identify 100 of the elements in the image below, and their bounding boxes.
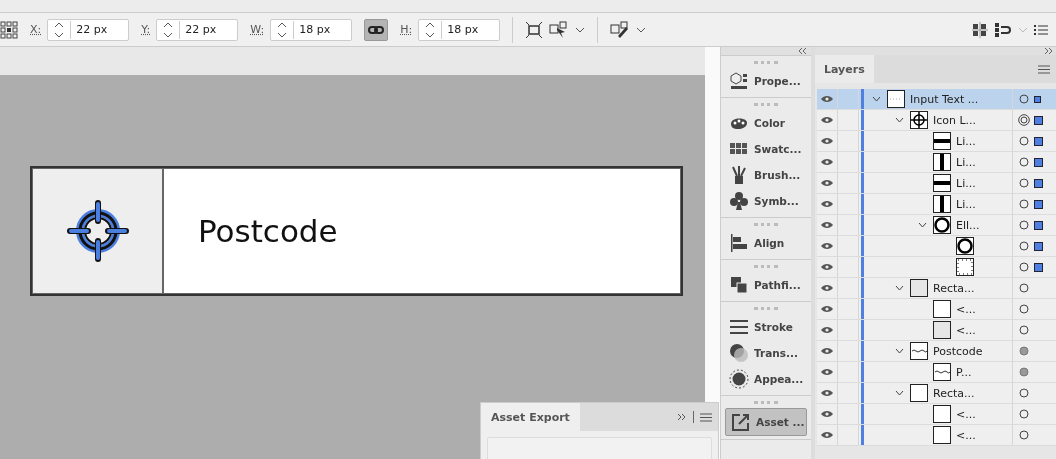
circle-icon[interactable]	[1018, 177, 1030, 189]
layer-name: Icon L...	[933, 113, 977, 127]
dimension-field[interactable]: 18 px	[270, 18, 353, 41]
link-button[interactable]	[364, 18, 389, 41]
layer-row[interactable]: Li...	[817, 173, 1056, 194]
selection-square-icon[interactable]	[1034, 262, 1043, 272]
chevron-icon[interactable]	[895, 285, 904, 291]
reference-point-icon[interactable]	[0, 20, 18, 39]
panel-tab[interactable]: Layers	[815, 55, 874, 83]
eye-icon[interactable]	[821, 347, 833, 355]
selection-square-icon[interactable]	[1034, 178, 1043, 188]
chevron-icon[interactable]	[895, 117, 904, 123]
layer-row[interactable]	[817, 257, 1056, 278]
layer-row[interactable]: <...	[817, 299, 1056, 320]
selection-square-icon[interactable]	[1034, 115, 1043, 125]
circle-icon[interactable]	[1018, 198, 1030, 210]
layer-row[interactable]: Li...	[817, 152, 1056, 173]
layer-row[interactable]: <...	[817, 320, 1056, 341]
circle-icon[interactable]	[1018, 303, 1030, 315]
expand-icon[interactable]	[1044, 48, 1052, 54]
circle-icon[interactable]	[1018, 366, 1030, 378]
grid-icon[interactable]	[972, 21, 988, 38]
circle-icon[interactable]	[1018, 345, 1030, 357]
layer-row[interactable]: <...	[817, 425, 1056, 446]
layer-row[interactable]: <...	[817, 404, 1056, 425]
selection-square-icon[interactable]	[1034, 136, 1043, 146]
selection-square-icon[interactable]	[1034, 199, 1043, 209]
menu-icon[interactable]	[1038, 64, 1050, 74]
circle-icon[interactable]	[1018, 261, 1030, 273]
eye-icon[interactable]	[821, 221, 833, 229]
panel-button[interactable]: Appea...	[721, 366, 811, 392]
select-icon[interactable]	[549, 20, 570, 39]
panel-button[interactable]: Stroke	[721, 314, 811, 340]
panel-button[interactable]: Prope...	[721, 68, 811, 94]
eye-icon[interactable]	[821, 200, 833, 208]
layer-row[interactable]: Input Text ...	[817, 89, 1056, 110]
panel-button[interactable]: Brush...	[721, 162, 811, 188]
circle-icon[interactable]	[1018, 429, 1030, 441]
eye-icon[interactable]	[821, 263, 833, 271]
list-icon[interactable]	[1034, 23, 1048, 36]
selection-square-icon[interactable]	[1034, 241, 1043, 251]
selection-square-icon[interactable]	[1034, 157, 1043, 167]
eye-icon[interactable]	[821, 179, 833, 187]
eye-icon[interactable]	[821, 137, 833, 145]
transform-icon[interactable]	[525, 20, 544, 39]
layer-row[interactable]: Icon L...	[817, 110, 1056, 131]
circle-icon[interactable]	[1018, 156, 1030, 168]
edit-icon[interactable]	[610, 20, 631, 39]
dimension-field[interactable]: 18 px	[418, 18, 501, 41]
eye-icon[interactable]	[821, 284, 833, 292]
eye-icon[interactable]	[821, 158, 833, 166]
chevron-icon[interactable]	[895, 348, 904, 354]
eye-icon[interactable]	[821, 389, 833, 397]
eye-icon[interactable]	[821, 95, 833, 103]
eye-icon[interactable]	[821, 116, 833, 124]
menu-icon[interactable]	[700, 412, 712, 422]
selection-square-icon[interactable]	[1034, 220, 1043, 230]
caret-icon[interactable]	[575, 26, 586, 33]
chevron-icon[interactable]	[895, 390, 904, 396]
circle-icon[interactable]	[1018, 324, 1030, 336]
eye-icon[interactable]	[821, 410, 833, 418]
panel-button[interactable]: Symb...	[721, 188, 811, 214]
expand-icon[interactable]	[677, 413, 687, 421]
dimension-field[interactable]: 22 px	[156, 18, 239, 41]
eye-icon[interactable]	[821, 242, 833, 250]
eye-icon[interactable]	[821, 368, 833, 376]
collapse-icon[interactable]	[799, 48, 807, 54]
circle-icon[interactable]	[1018, 408, 1030, 420]
circle-icon[interactable]	[1018, 93, 1030, 105]
circle-icon[interactable]	[1018, 240, 1030, 252]
selection-square-icon[interactable]	[1034, 95, 1041, 103]
panel-button[interactable]: Swatc...	[721, 136, 811, 162]
panel-button[interactable]: Pathfi...	[721, 272, 811, 298]
distribute-icon[interactable]	[994, 21, 1012, 38]
circle-icon[interactable]	[1018, 135, 1030, 147]
caret-icon[interactable]	[636, 26, 647, 33]
layer-row[interactable]: Li...	[817, 194, 1056, 215]
chevron-icon[interactable]	[918, 222, 927, 228]
layer-row[interactable]: Li...	[817, 131, 1056, 152]
circle-icon[interactable]	[1018, 387, 1030, 399]
layer-row[interactable]: Ell...	[817, 215, 1056, 236]
panel-button[interactable]: Align	[721, 230, 811, 256]
double-circle-icon[interactable]	[1018, 114, 1030, 126]
line-thumbnail	[933, 153, 951, 171]
layer-row[interactable]	[817, 236, 1056, 257]
panel-button[interactable]: Color	[721, 110, 811, 136]
eye-icon[interactable]	[821, 305, 833, 313]
circle-icon[interactable]	[1018, 282, 1030, 294]
layer-row[interactable]: Recta...	[817, 278, 1056, 299]
circle-icon[interactable]	[1018, 219, 1030, 231]
panel-button[interactable]: Asset ...	[725, 408, 807, 436]
eye-icon[interactable]	[821, 431, 833, 439]
dimension-field[interactable]: 22 px	[47, 18, 130, 41]
layer-row[interactable]: Recta...	[817, 383, 1056, 404]
layer-row[interactable]: P...	[817, 362, 1056, 383]
panel-tab[interactable]: Asset Export	[481, 403, 580, 431]
panel-button[interactable]: Trans...	[721, 340, 811, 366]
chevron-icon[interactable]	[872, 96, 881, 102]
eye-icon[interactable]	[821, 326, 833, 334]
layer-row[interactable]: Postcode	[817, 341, 1056, 362]
